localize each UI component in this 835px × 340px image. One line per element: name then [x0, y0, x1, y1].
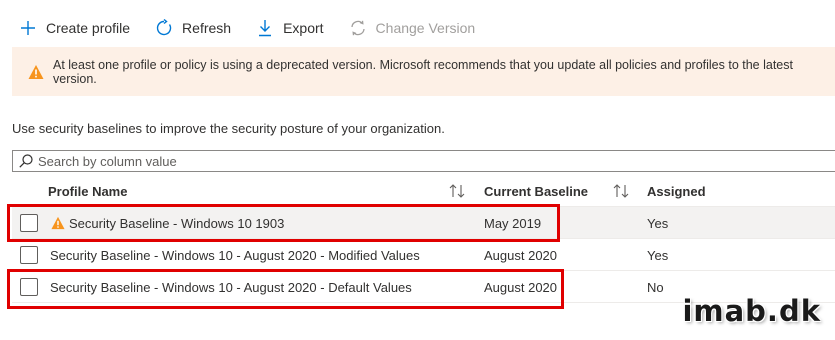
- profile-name-cell[interactable]: Security Baseline - Windows 10 1903: [69, 216, 284, 231]
- table-row[interactable]: Security Baseline - Windows 10 1903 May …: [12, 207, 835, 239]
- intro-text: Use security baselines to improve the se…: [12, 121, 445, 136]
- assigned-cell: No: [647, 280, 664, 295]
- watermark: imab.dk: [682, 294, 821, 328]
- profile-name-cell[interactable]: Security Baseline - Windows 10 - August …: [50, 248, 420, 263]
- row-checkbox[interactable]: [20, 278, 38, 296]
- refresh-label: Refresh: [182, 20, 232, 36]
- plus-icon: [18, 18, 38, 38]
- sort-icon[interactable]: [448, 183, 466, 199]
- search-box: [12, 150, 835, 172]
- current-baseline-cell: May 2019: [484, 216, 542, 231]
- search-icon: [19, 154, 33, 168]
- refresh-button[interactable]: Refresh: [138, 14, 239, 42]
- command-bar: Create profile Refresh Export Change Ver…: [0, 14, 483, 42]
- create-profile-button[interactable]: Create profile: [0, 14, 138, 42]
- change-version-button[interactable]: Change Version: [332, 14, 484, 42]
- refresh-icon: [154, 18, 174, 38]
- baselines-table: Profile Name Current Baseline Assigned S…: [12, 175, 835, 303]
- header-current-baseline[interactable]: Current Baseline: [484, 184, 588, 199]
- download-icon: [255, 18, 275, 38]
- warning-icon: [51, 216, 65, 230]
- table-row[interactable]: Security Baseline - Windows 10 - August …: [12, 239, 835, 271]
- row-checkbox[interactable]: [20, 246, 38, 264]
- header-assigned[interactable]: Assigned: [647, 184, 706, 199]
- change-version-label: Change Version: [375, 20, 476, 36]
- export-label: Export: [283, 20, 324, 36]
- sync-icon: [348, 18, 368, 38]
- create-profile-label: Create profile: [46, 20, 131, 36]
- assigned-cell: Yes: [647, 216, 669, 231]
- warning-icon: [28, 64, 44, 80]
- row-checkbox[interactable]: [20, 214, 38, 232]
- profile-name-cell[interactable]: Security Baseline - Windows 10 - August …: [50, 280, 412, 295]
- current-baseline-cell: August 2020: [484, 248, 558, 263]
- search-input[interactable]: [38, 153, 738, 169]
- assigned-cell: Yes: [647, 248, 669, 263]
- export-button[interactable]: Export: [239, 14, 331, 42]
- table-header: Profile Name Current Baseline Assigned: [12, 175, 835, 207]
- header-profile-name[interactable]: Profile Name: [48, 184, 127, 199]
- deprecation-warning-banner: At least one profile or policy is using …: [12, 47, 835, 96]
- current-baseline-cell: August 2020: [484, 280, 558, 295]
- banner-text: At least one profile or policy is using …: [53, 57, 793, 86]
- sort-icon[interactable]: [612, 183, 630, 199]
